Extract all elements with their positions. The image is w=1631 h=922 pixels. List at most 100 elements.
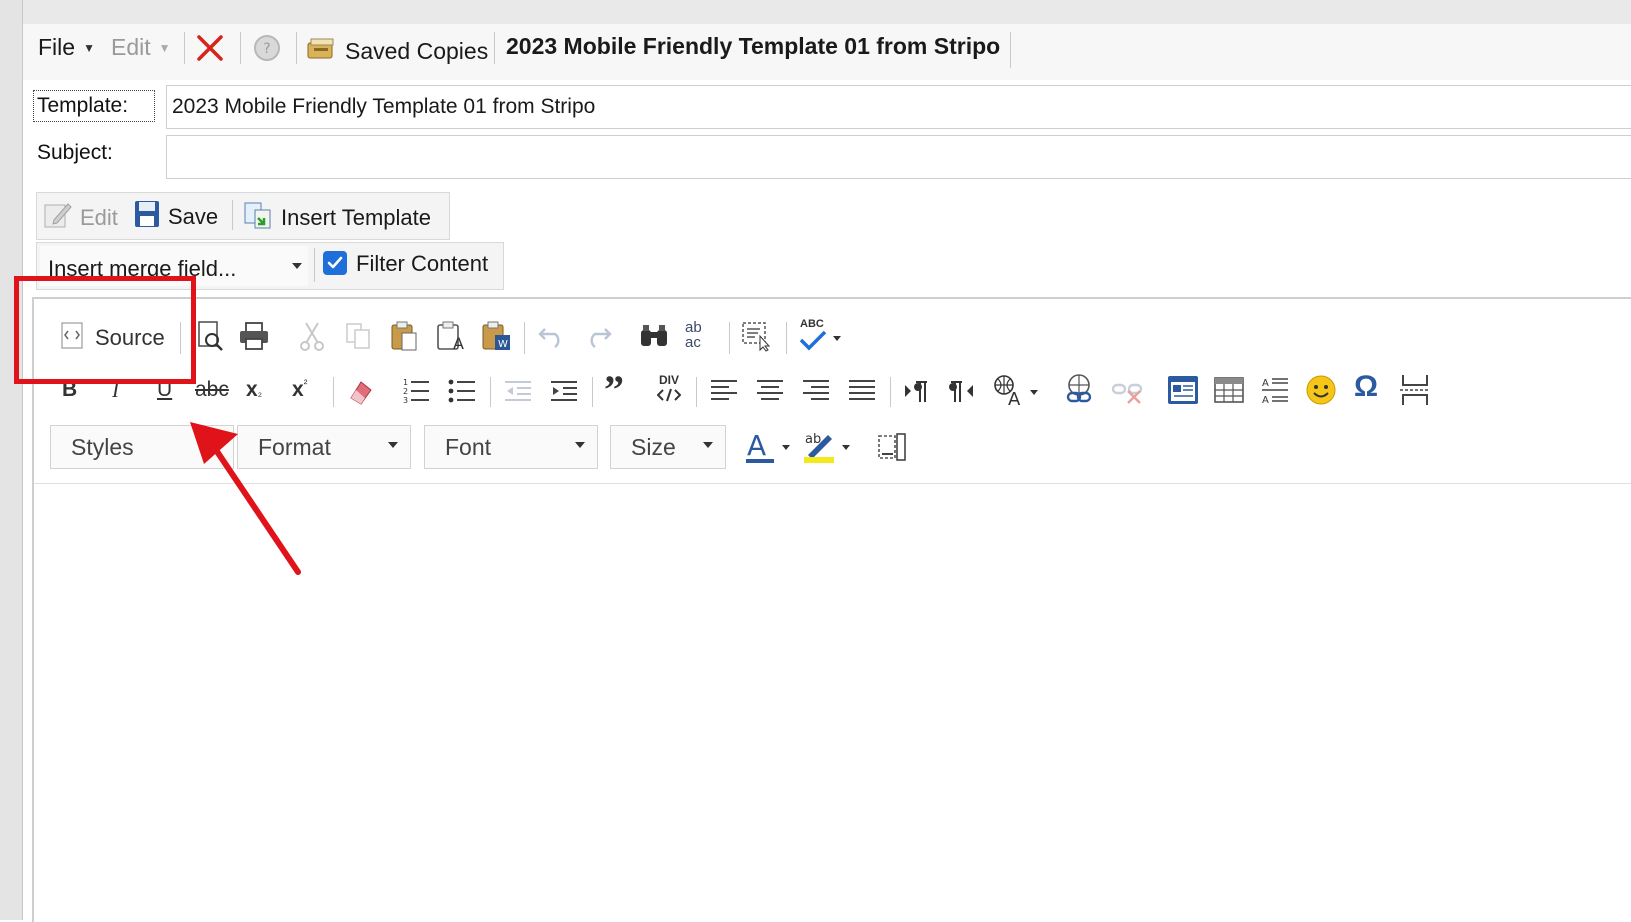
toolbar-separator — [890, 377, 891, 407]
chevron-down-icon — [782, 445, 790, 450]
paste-word-icon[interactable]: W — [478, 318, 514, 354]
subscript-button[interactable]: x₂ — [246, 378, 262, 402]
chevron-down-icon — [833, 336, 841, 341]
chevron-down-icon — [388, 442, 398, 448]
save-button[interactable]: Save — [134, 200, 218, 234]
copy-icon[interactable] — [340, 318, 376, 354]
styles-label: Styles — [71, 433, 134, 460]
size-select[interactable]: Size — [610, 425, 726, 469]
help-icon[interactable]: ? — [251, 32, 283, 64]
create-div-button[interactable]: DIV — [654, 373, 684, 407]
cut-icon[interactable] — [294, 318, 330, 354]
window-top-border — [0, 0, 1631, 25]
link-icon[interactable] — [1060, 371, 1098, 409]
remove-format-icon[interactable] — [342, 373, 378, 409]
superscript-button[interactable]: x² — [292, 378, 307, 402]
align-center-icon[interactable] — [752, 373, 788, 409]
filter-content-label: Filter Content — [356, 251, 489, 276]
chevron-down-icon — [703, 442, 713, 448]
insert-template-button[interactable]: Insert Template — [243, 200, 431, 236]
rtl-icon[interactable] — [944, 373, 980, 409]
saved-copies-icon — [305, 34, 337, 68]
justify-icon[interactable] — [844, 373, 880, 409]
filter-content-checkbox[interactable] — [323, 251, 347, 275]
window-left-border — [0, 0, 23, 920]
subject-field[interactable] — [166, 135, 1631, 179]
toolbar-separator — [232, 200, 233, 230]
menu-separator — [184, 32, 185, 64]
svg-text:2: 2 — [403, 387, 408, 396]
indent-icon[interactable] — [546, 373, 582, 409]
template-value: 2023 Mobile Friendly Template 01 from St… — [172, 95, 596, 118]
preview-icon[interactable] — [192, 318, 228, 354]
page-break-icon[interactable] — [1396, 371, 1434, 409]
file-menu-label: File — [38, 34, 76, 60]
toolbar-separator — [490, 377, 491, 407]
redo-icon[interactable] — [580, 318, 616, 354]
replace-text: ab ac — [685, 319, 702, 351]
chevron-down-icon: ▼ — [158, 40, 171, 55]
svg-text:3: 3 — [403, 396, 408, 405]
chevron-down-icon — [292, 263, 302, 269]
svg-text:1: 1 — [403, 378, 408, 387]
print-icon[interactable] — [236, 318, 272, 354]
svg-text:W: W — [498, 339, 508, 350]
font-select[interactable]: Font — [424, 425, 598, 469]
spellcheck-button[interactable]: ABC — [796, 316, 846, 356]
paste-text-icon[interactable]: A — [432, 318, 468, 354]
subscript-mark: ₂ — [257, 387, 262, 399]
bullet-list-icon[interactable] — [444, 373, 480, 409]
unlink-icon[interactable] — [1108, 371, 1146, 409]
subscript-letter: x — [246, 378, 258, 401]
superscript-letter: x — [292, 378, 304, 401]
annotation-arrow — [190, 422, 301, 575]
toolbar-separator — [314, 248, 315, 282]
horizontal-rule-icon[interactable]: AA — [1256, 371, 1294, 409]
svg-text:A: A — [1008, 389, 1021, 407]
saved-copies-button[interactable]: Saved Copies — [305, 34, 488, 68]
delete-icon[interactable] — [194, 32, 226, 64]
svg-text:A: A — [1262, 395, 1269, 406]
superscript-mark: ² — [303, 378, 308, 390]
outdent-icon[interactable] — [500, 373, 536, 409]
save-icon — [134, 200, 160, 234]
paste-icon[interactable] — [386, 318, 422, 354]
div-label: DIV — [658, 373, 679, 387]
edit-menu[interactable]: Edit ▼ — [111, 34, 171, 61]
align-left-icon[interactable] — [706, 373, 742, 409]
toolbar-separator — [729, 322, 730, 354]
toolbar-separator — [786, 322, 787, 354]
toolbar-separator — [333, 377, 334, 407]
select-all-icon[interactable] — [738, 318, 774, 354]
numbered-list-icon[interactable]: 123 — [398, 373, 434, 409]
show-blocks-icon[interactable] — [873, 428, 911, 466]
replace-icon[interactable]: ab ac — [683, 318, 721, 354]
special-char-button[interactable]: Ω — [1354, 370, 1378, 404]
menu-separator — [296, 32, 297, 64]
edit-button[interactable]: Edit — [42, 200, 118, 236]
smiley-icon[interactable] — [1302, 371, 1340, 409]
text-color-button[interactable]: A — [744, 425, 794, 467]
template-field[interactable]: 2023 Mobile Friendly Template 01 from St… — [166, 85, 1631, 129]
svg-text:?: ? — [263, 41, 270, 57]
anchor-icon[interactable] — [1164, 371, 1202, 409]
language-button[interactable]: A — [990, 371, 1040, 411]
undo-icon[interactable] — [534, 318, 570, 354]
chevron-down-icon — [1030, 390, 1038, 395]
window-title: 2023 Mobile Friendly Template 01 from St… — [506, 33, 1001, 59]
blockquote-icon[interactable]: ” — [604, 366, 624, 413]
background-color-button[interactable]: ab — [802, 425, 854, 467]
file-menu[interactable]: File ▼ — [38, 34, 95, 61]
find-icon[interactable] — [636, 318, 672, 354]
table-icon[interactable] — [1210, 371, 1248, 409]
insert-template-label: Insert Template — [281, 205, 432, 230]
source-highlight-box — [14, 276, 196, 384]
menu-separator — [494, 32, 495, 64]
strikethrough-button[interactable]: abc — [195, 378, 229, 402]
ltr-icon[interactable] — [898, 373, 934, 409]
template-label: Template: — [33, 90, 155, 122]
subject-label: Subject: — [37, 141, 113, 164]
save-button-label: Save — [168, 204, 219, 229]
align-right-icon[interactable] — [798, 373, 834, 409]
edit-menu-label: Edit — [111, 34, 151, 60]
